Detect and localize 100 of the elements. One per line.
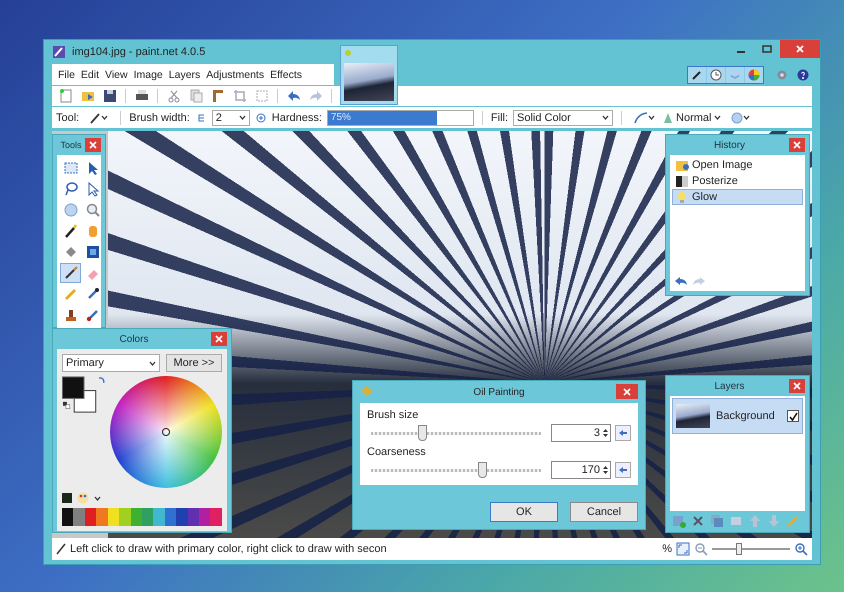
delete-layer-icon[interactable]	[691, 514, 705, 528]
zoom-icon	[84, 202, 100, 218]
close-icon	[795, 44, 805, 54]
color-mode-dropdown[interactable]: Primary	[62, 354, 160, 372]
fill-dropdown[interactable]: Solid Color	[513, 110, 614, 126]
recolor-icon	[84, 307, 100, 323]
rectangle-select-icon	[62, 160, 78, 176]
colors-toggle-button[interactable]	[745, 66, 763, 82]
panel-title: History	[714, 140, 746, 150]
close-icon	[215, 335, 223, 343]
blend-mode-button[interactable]: Normal	[663, 108, 722, 126]
value-spinner[interactable]: 170	[551, 461, 611, 479]
decrease-icon	[196, 112, 206, 122]
layer-row[interactable]: Background	[672, 398, 803, 434]
close-icon	[793, 382, 801, 390]
color-marker	[162, 428, 170, 436]
image-thumbnail	[344, 63, 394, 101]
lasso-icon	[62, 181, 78, 197]
close-button[interactable]	[789, 379, 805, 393]
blend-mode-icon	[663, 112, 674, 124]
swap-icon[interactable]	[98, 376, 106, 384]
layers-toggle-button[interactable]	[726, 66, 744, 82]
dialog-button[interactable]: Cancel	[570, 502, 638, 522]
brush-tool[interactable]	[60, 263, 81, 283]
status-hint: Left click to draw with primary color, right click to draw with secon	[70, 543, 387, 555]
maximize-icon	[762, 44, 772, 54]
visibility-checkbox[interactable]	[787, 410, 799, 422]
tool-label: Tool:	[56, 112, 80, 124]
settings-icon	[776, 68, 788, 80]
arrow-icon	[618, 429, 628, 437]
zoom-reading: %	[662, 543, 672, 555]
hardness-label: Hardness:	[272, 112, 322, 124]
reset-button[interactable]	[615, 425, 631, 441]
ellipse-select-icon	[62, 202, 78, 218]
layer-thumbnail	[676, 404, 710, 428]
palette-drawing[interactable]	[62, 508, 222, 526]
brush-width-label: Brush width:	[129, 112, 190, 124]
close-icon	[623, 388, 631, 396]
fit-window-icon[interactable]	[676, 542, 690, 556]
colors-toggle-icon	[748, 68, 760, 80]
dialog-button[interactable]: OK	[490, 502, 558, 522]
fill-label: Fill:	[490, 112, 508, 124]
hardness-slider[interactable]: 75%	[326, 110, 474, 126]
close-icon	[89, 141, 97, 149]
image-tab[interactable]	[340, 45, 398, 105]
menu-item[interactable]: Layers	[166, 66, 204, 82]
swatch-icon	[62, 493, 72, 503]
caret-icon	[602, 115, 610, 120]
close-button[interactable]	[616, 384, 638, 399]
zoom-in-icon[interactable]	[794, 542, 808, 556]
menu-item[interactable]: Image	[130, 66, 166, 82]
menu-item[interactable]: Edit	[78, 66, 102, 82]
palette-icon[interactable]	[76, 492, 90, 504]
panel-title: Colors	[120, 334, 148, 344]
history-item[interactable]: Glow	[672, 189, 803, 205]
layer-name: Background	[716, 410, 776, 422]
menu-item[interactable]: View	[102, 66, 131, 82]
parameter-label: Coarseness	[367, 446, 427, 458]
close-button[interactable]	[780, 40, 820, 58]
effect-icon	[360, 385, 374, 397]
app-logo-icon	[52, 45, 66, 59]
parameter-label: Brush size	[367, 409, 420, 421]
reset-button[interactable]	[615, 462, 631, 478]
crop-icon	[232, 88, 248, 104]
close-button[interactable]	[789, 138, 805, 152]
history-item[interactable]: Open Image	[672, 157, 803, 173]
spin-arrows-icon[interactable]	[602, 464, 609, 476]
caret-icon	[742, 115, 750, 120]
spin-arrows-icon[interactable]	[602, 427, 609, 439]
arrow-icon	[618, 466, 628, 474]
redo-icon	[308, 88, 324, 104]
menu-item[interactable]: Adjustments	[203, 66, 268, 82]
history-item[interactable]: Posterize	[672, 173, 803, 189]
brush-icon	[88, 112, 101, 124]
more-button[interactable]: More >>	[166, 354, 222, 372]
selection-mode-icon	[730, 112, 743, 124]
brush-width-field[interactable]: 2	[212, 110, 250, 126]
undo-icon[interactable]	[674, 275, 688, 287]
zoom-out-icon[interactable]	[694, 542, 708, 556]
panel-title: Tools	[60, 140, 82, 150]
menu-item[interactable]: File	[55, 66, 78, 82]
light-bulb-icon	[675, 190, 689, 204]
scissors-icon	[166, 88, 182, 104]
folder-icon	[675, 158, 689, 172]
antialiasing-icon	[634, 112, 648, 124]
color-swatches-drawing[interactable]	[62, 376, 98, 414]
value-spinner[interactable]: 3	[551, 424, 611, 442]
posterize-icon	[675, 174, 689, 188]
checkmark-icon	[788, 412, 798, 420]
help-icon	[797, 68, 809, 80]
history-toggle-button[interactable]	[707, 66, 725, 82]
close-button[interactable]	[85, 138, 101, 152]
menu-item[interactable]: Effects	[267, 66, 305, 82]
copy-icon	[188, 88, 204, 104]
tools-toggle-button[interactable]	[688, 66, 706, 82]
brush-icon	[62, 265, 78, 281]
brush-icon	[56, 543, 66, 555]
close-button[interactable]	[211, 332, 227, 346]
save-icon	[102, 88, 118, 104]
caret-icon	[238, 115, 246, 120]
